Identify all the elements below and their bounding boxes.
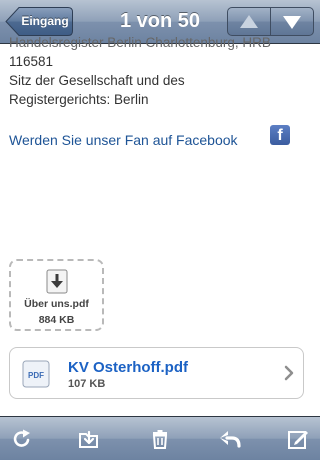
trash-icon (152, 430, 168, 449)
attachment-name: KV Osterhoff.pdf (68, 359, 188, 376)
facebook-icon[interactable]: f (270, 125, 290, 145)
attachment-row[interactable]: PDF KV Osterhoff.pdf 107 KB (9, 347, 304, 399)
reply-icon (220, 431, 241, 448)
download-icon (46, 269, 68, 294)
attachment-size: 107 KB (68, 378, 106, 390)
arrow-up-icon (240, 15, 258, 28)
refresh-icon (13, 429, 30, 447)
chevron-right-icon (284, 365, 294, 381)
pdf-icon: PDF (22, 360, 50, 388)
bottom-toolbar (0, 416, 320, 460)
back-to-inbox-button[interactable]: Eingang (5, 7, 73, 36)
move-to-folder-button[interactable] (67, 417, 111, 461)
refresh-button[interactable] (0, 417, 44, 461)
previous-message-button[interactable] (227, 7, 271, 36)
delete-button[interactable] (138, 417, 182, 461)
next-message-button[interactable] (270, 7, 314, 36)
compose-button[interactable] (276, 417, 320, 461)
facebook-fan-link[interactable]: Werden Sie unser Fan auf Facebook (9, 132, 238, 148)
message-text-partial: Handelsregister Berlin Charlottenburg, H… (9, 35, 271, 50)
attachment-download-tile[interactable]: Über uns.pdf 884 KB (9, 259, 104, 331)
pdf-icon-label: PDF (28, 371, 44, 380)
compose-icon (288, 431, 308, 449)
move-to-folder-icon (79, 430, 98, 448)
message-text-line: Registergerichts: Berlin (9, 92, 149, 107)
attachment-name: Über uns.pdf (24, 298, 89, 310)
message-text-line: 116581 (9, 54, 54, 69)
back-button-label: Eingang (21, 14, 69, 28)
attachment-size: 884 KB (38, 314, 75, 326)
reply-button[interactable] (208, 417, 252, 461)
message-text-line: Sitz der Gesellschaft und des (9, 73, 185, 88)
arrow-down-icon (283, 16, 301, 29)
